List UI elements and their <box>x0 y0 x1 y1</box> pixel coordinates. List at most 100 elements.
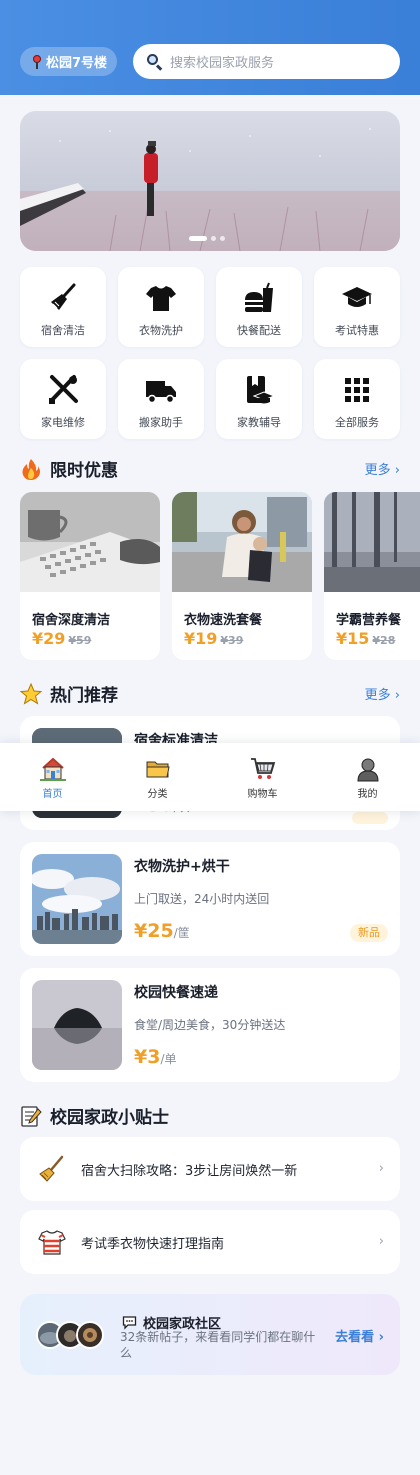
recommend-card[interactable]: 校园快餐速递 食堂/周边美食，30分钟送达 ¥3/单 <box>20 968 400 1082</box>
search-bar[interactable]: 搜索校园家政服务 <box>133 44 400 79</box>
recommend-title: 衣物洗护+烘干 <box>134 859 230 875</box>
deal-old-price: ¥59 <box>68 634 92 647</box>
tab-profile[interactable]: 我的 <box>315 743 420 811</box>
deal-card[interactable]: 衣物速洗套餐 ¥19 ¥39 <box>172 492 312 660</box>
flash-sale-more-link[interactable]: 更多 › <box>365 459 400 478</box>
broom-icon <box>51 283 76 310</box>
broom-icon <box>39 1155 64 1182</box>
deal-card[interactable]: 学霸营养餐 ¥15 ¥28 <box>324 492 420 660</box>
recommend-desc: 上门取送，24小时内送回 <box>134 892 270 906</box>
community-banner[interactable]: 校园家政社区 32条新帖子，来看看同学们都在聊什么 去看看 › <box>20 1294 400 1375</box>
tab-category[interactable]: 分类 <box>105 743 210 811</box>
star-icon <box>20 682 42 705</box>
deal-image <box>20 492 160 592</box>
service-grid-row: 宿舍清洁 衣物洗护 快餐配送 考试特惠 <box>20 267 400 347</box>
tools-icon <box>49 375 78 404</box>
tip-text: 宿舍大扫除攻略：3步让房间焕然一新 <box>81 1163 298 1179</box>
tip-text: 考试季衣物快速打理指南 <box>81 1236 225 1252</box>
house-icon <box>39 757 66 781</box>
tab-label: 我的 <box>357 789 378 800</box>
section-title-tips: 校园家政小贴士 <box>20 1103 169 1128</box>
tab-label: 分类 <box>147 789 168 800</box>
bottom-tab-bar: 首页 分类 购物车 我的 <box>0 743 420 811</box>
tab-home[interactable]: 首页 <box>0 743 105 811</box>
deal-name: 衣物速洗套餐 <box>184 613 263 628</box>
location-selector[interactable]: 松园7号楼 <box>20 47 118 76</box>
banner-carousel[interactable] <box>20 111 400 251</box>
deal-price: ¥19 ¥39 <box>184 629 244 648</box>
carousel-dot[interactable] <box>220 236 225 241</box>
service-exam-deals[interactable]: 考试特惠 <box>314 267 400 347</box>
community-desc: 32条新帖子，来看看同学们都在聊什么 <box>120 1330 316 1360</box>
service-label: 搬家助手 <box>139 416 183 429</box>
recommend-price: ¥3/单 <box>134 1046 177 1068</box>
carousel-dot[interactable] <box>211 236 216 241</box>
service-label: 衣物洗护 <box>139 324 183 337</box>
deal-price: ¥15 ¥28 <box>336 629 396 648</box>
deal-name: 学霸营养餐 <box>336 613 402 628</box>
carousel-indicator[interactable] <box>189 236 225 241</box>
speech-bubble-icon <box>122 1316 137 1330</box>
service-label: 考试特惠 <box>335 324 379 337</box>
section-title-hot: 热门推荐 <box>20 681 118 706</box>
avatar <box>76 1321 104 1349</box>
service-moving-help[interactable]: 搬家助手 <box>118 359 204 439</box>
service-label: 快餐配送 <box>237 324 281 337</box>
folder-icon <box>146 761 170 778</box>
location-label: 松园7号楼 <box>46 56 108 71</box>
search-icon <box>147 53 163 71</box>
community-go-button[interactable]: 去看看 › <box>335 1326 384 1345</box>
location-pin-icon <box>32 54 42 69</box>
community-avatars <box>36 1321 106 1349</box>
recommend-tag <box>352 812 388 824</box>
recommend-tag: 新品 <box>350 924 388 942</box>
service-appliance-repair[interactable]: 家电维修 <box>20 359 106 439</box>
carousel-dot[interactable] <box>189 236 207 241</box>
service-label: 家电维修 <box>41 416 85 429</box>
deal-old-price: ¥39 <box>220 634 244 647</box>
hot-more-link[interactable]: 更多 › <box>365 684 400 703</box>
chevron-right-icon: › <box>378 1234 384 1249</box>
service-food-delivery[interactable]: 快餐配送 <box>216 267 302 347</box>
recommend-card[interactable]: 衣物洗护+烘干 上门取送，24小时内送回 ¥25/筐 新品 <box>20 842 400 956</box>
deal-old-price: ¥28 <box>372 634 396 647</box>
book-tutor-icon <box>247 376 275 404</box>
deal-name: 宿舍深度清洁 <box>32 613 111 628</box>
deal-image <box>172 492 312 592</box>
fire-icon <box>22 458 40 480</box>
cart-icon <box>250 758 275 779</box>
service-dorm-cleaning[interactable]: 宿舍清洁 <box>20 267 106 347</box>
striped-shirt-icon <box>38 1230 66 1255</box>
deal-image <box>324 492 420 592</box>
recommend-title: 校园快餐速递 <box>134 985 218 1001</box>
recommend-image <box>32 980 122 1070</box>
memo-icon <box>21 1105 42 1127</box>
service-grid-row: 家电维修 搬家助手 家教辅导 全部服务 <box>20 359 400 439</box>
service-label: 全部服务 <box>335 416 379 429</box>
tab-cart[interactable]: 购物车 <box>210 743 315 811</box>
recommend-image <box>32 854 122 944</box>
service-all[interactable]: 全部服务 <box>314 359 400 439</box>
tab-label: 购物车 <box>247 789 278 800</box>
deal-card[interactable]: 宿舍深度清洁 ¥29 ¥59 <box>20 492 160 660</box>
truck-icon <box>146 381 176 404</box>
deal-price: ¥29 ¥59 <box>32 629 92 648</box>
tip-item[interactable]: 考试季衣物快速打理指南 › <box>20 1210 400 1274</box>
tip-item[interactable]: 宿舍大扫除攻略：3步让房间焕然一新 › <box>20 1137 400 1201</box>
graduation-cap-icon <box>342 287 372 307</box>
banner-image <box>20 111 400 251</box>
recommend-price: ¥25/筐 <box>134 920 190 942</box>
user-icon <box>356 758 379 782</box>
fastfood-icon <box>245 282 273 312</box>
grid-icon <box>345 378 369 402</box>
header: 松园7号楼 搜索校园家政服务 <box>0 0 420 95</box>
tshirt-icon <box>146 286 176 311</box>
service-tutoring[interactable]: 家教辅导 <box>216 359 302 439</box>
section-title-text: 热门推荐 <box>50 686 118 706</box>
search-placeholder: 搜索校园家政服务 <box>170 56 275 71</box>
tab-label: 首页 <box>42 789 63 800</box>
chevron-right-icon: › <box>378 1161 384 1176</box>
recommend-desc: 食堂/周边美食，30分钟送达 <box>134 1018 286 1032</box>
flash-sale-carousel[interactable]: 宿舍深度清洁 ¥29 ¥59 衣物速洗套餐 ¥19 ¥39 学霸营养餐 ¥15 … <box>20 492 420 662</box>
service-laundry[interactable]: 衣物洗护 <box>118 267 204 347</box>
